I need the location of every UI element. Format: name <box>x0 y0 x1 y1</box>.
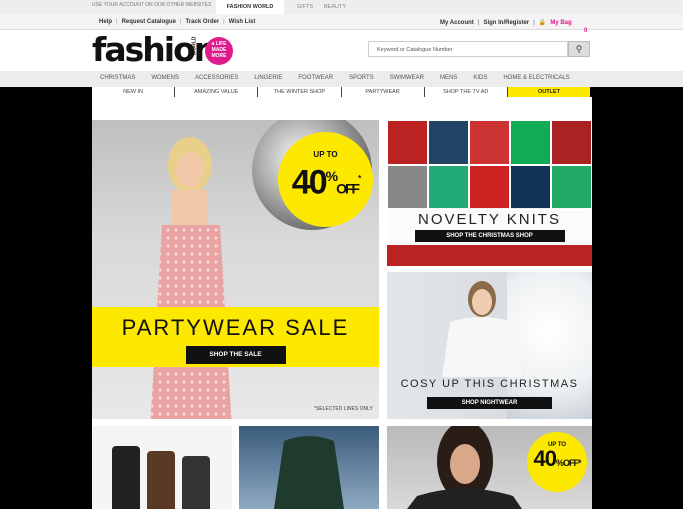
nav-accessories[interactable]: ACCESSORIES <box>187 71 246 87</box>
nav-footwear[interactable]: FOOTWEAR <box>290 71 341 87</box>
shop-nightwear-button[interactable]: SHOP NIGHTWEAR <box>427 397 552 409</box>
nav-womens[interactable]: WOMENS <box>143 71 187 87</box>
nav-kids[interactable]: KIDS <box>465 71 495 87</box>
coat-promo-pct: % <box>555 458 564 468</box>
nav-christmas[interactable]: CHRISTMAS <box>92 71 143 87</box>
search-input[interactable]: Keyword or Catalogue Number <box>368 41 568 57</box>
lock-icon: 🔒 <box>538 20 547 26</box>
model-image <box>150 137 232 419</box>
logo-sub: WORLD <box>191 36 198 56</box>
nav-sports[interactable]: SPORTS <box>341 71 382 87</box>
help-link[interactable]: Help <box>99 19 112 25</box>
utility-bar: Help | Request Catalogue | Track Order | Wi… <box>0 14 683 30</box>
tab-beauty[interactable]: BEAUTY <box>320 0 350 14</box>
coat-promo-value: 40 <box>533 446 557 471</box>
boots-tile[interactable] <box>92 426 232 509</box>
promo-mark: * <box>358 174 361 183</box>
hero-banner[interactable]: UP TO 40%OFF* PARTYWEAR SALE SHOP THE SA… <box>92 120 379 419</box>
hero-footnote: *SELECTED LINES ONLY <box>314 406 373 412</box>
dress-tile[interactable] <box>239 426 379 509</box>
dress-image <box>274 436 344 509</box>
coat-promo-off: OFF <box>562 458 579 468</box>
knits-title: NOVELTY KNITS <box>418 211 561 228</box>
my-account-link[interactable]: My Account <box>440 20 474 26</box>
promo-badge: UP TO 40%OFF* <box>278 132 373 227</box>
brand-badge: a LIFE MADE MORE <box>205 37 233 65</box>
subnav-amazing-value[interactable]: AMAZING VALUE <box>175 87 259 97</box>
hero-title: PARTYWEAR SALE <box>121 315 350 340</box>
search-icon: ⚲ <box>575 43 583 54</box>
request-catalogue-link[interactable]: Request Catalogue <box>122 19 176 25</box>
tab-gifts[interactable]: GIFTS <box>290 0 320 14</box>
search-button[interactable]: ⚲ <box>568 41 590 57</box>
sign-in-link[interactable]: Sign In/Register <box>483 20 529 26</box>
track-order-link[interactable]: Track Order <box>185 19 219 25</box>
top-strip: USE YOUR ACCOUNT ON OUR OTHER WEBSITES F… <box>0 0 683 14</box>
tab-fashion-world[interactable]: FASHION WORLD <box>216 0 284 14</box>
utility-links: Help | Request Catalogue | Track Order | Wi… <box>99 19 256 25</box>
wish-list-link[interactable]: Wish List <box>229 19 256 25</box>
shop-sale-button[interactable]: SHOP THE SALE <box>185 346 286 364</box>
novelty-knits-tile[interactable]: NOVELTY KNITS SHOP THE CHRISTMAS SHOP <box>387 120 592 266</box>
nav-mens[interactable]: MENS <box>432 71 465 87</box>
coat-promo-mark: * <box>577 458 581 468</box>
header: fashion WORLD a LIFE MADE MORE Keyword o… <box>0 28 683 71</box>
christmas-shop-button[interactable]: SHOP THE CHRISTMAS SHOP <box>414 230 565 242</box>
jumpers-image <box>387 120 592 210</box>
coat-tile[interactable]: UP TO 40%OFF* <box>387 426 592 509</box>
subnav-partywear[interactable]: PARTYWEAR <box>342 87 425 97</box>
nav-home-electricals[interactable]: HOME & ELECTRICALS <box>495 71 577 87</box>
nightwear-title: COSY UP THIS CHRISTMAS <box>400 378 579 390</box>
my-bag-link[interactable]: My Bag <box>550 20 571 26</box>
coat-promo-badge: UP TO 40%OFF* <box>527 432 587 492</box>
nav-swimwear[interactable]: SWIMWEAR <box>382 71 432 87</box>
jumpers-bottom-image <box>387 245 592 266</box>
sale-band: PARTYWEAR SALE SHOP THE SALE <box>92 307 379 367</box>
subnav-outlet[interactable]: OUTLET <box>507 87 591 97</box>
account-note: USE YOUR ACCOUNT ON OUR OTHER WEBSITES <box>92 2 212 8</box>
subnav-tv-ad[interactable]: SHOP THE TV AD <box>425 87 508 97</box>
boots-image <box>112 446 210 509</box>
subnav-new-in[interactable]: NEW IN <box>92 87 176 97</box>
sub-nav: NEW IN AMAZING VALUE THE WINTER SHOP PAR… <box>92 87 591 97</box>
main-nav: CHRISTMAS WOMENS ACCESSORIES LINGERIE FO… <box>0 71 683 87</box>
subnav-winter-shop[interactable]: THE WINTER SHOP <box>258 87 342 97</box>
model-nightwear-image <box>442 281 522 377</box>
promo-off: OFF <box>336 180 360 197</box>
promo-up-to: UP TO <box>313 150 338 159</box>
account-links: My Account | Sign In/Register | 🔒 My Bag <box>440 19 572 27</box>
promo-pct: % <box>325 168 339 184</box>
knits-band: NOVELTY KNITS SHOP THE CHRISTMAS SHOP <box>387 208 592 245</box>
promo-value: 40 <box>291 163 328 202</box>
bag-count: 0 <box>584 28 588 34</box>
nightwear-tile[interactable]: COSY UP THIS CHRISTMAS SHOP NIGHTWEAR <box>387 272 592 419</box>
nav-lingerie[interactable]: LINGERIE <box>246 71 290 87</box>
